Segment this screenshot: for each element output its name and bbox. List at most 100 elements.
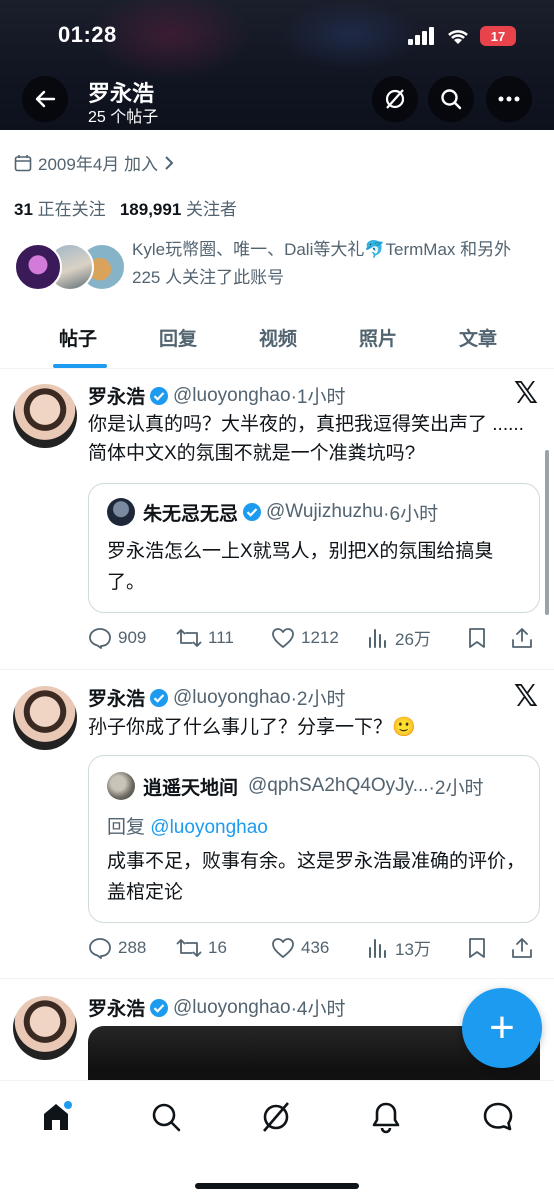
post-text: 你是认真的吗？大半夜的，真把我逗得笑出声了 ...... 简体中文X的氛围不就是…: [88, 414, 524, 464]
x-logo-icon[interactable]: 𝕏: [514, 679, 538, 714]
verified-badge-icon: [243, 503, 262, 521]
author-name[interactable]: 罗永浩: [88, 382, 145, 409]
verified-badge-icon: [150, 688, 169, 707]
post[interactable]: 罗永浩 @luoyonghao ·1小时 𝕏 你是认真的吗？大半夜的，真把我逗得…: [0, 370, 554, 670]
view-count: 13万: [395, 940, 431, 959]
author-name: 朱无忌无忌: [143, 503, 239, 525]
more-button[interactable]: [486, 76, 532, 122]
repost-icon: [176, 628, 202, 647]
chat-bubble-icon: [483, 1102, 513, 1131]
following-count[interactable]: 31: [14, 200, 33, 219]
profile-header: 01:28 17 罗永浩 25 个帖子: [0, 0, 554, 130]
grok-button[interactable]: [372, 76, 418, 122]
signal-icon: [408, 27, 434, 45]
avatar: [107, 498, 135, 526]
post-text: 孙子你成了什么事儿了？分享一下？🙂: [88, 717, 416, 738]
home-indicator: [195, 1183, 359, 1189]
author-handle: @Wujizhuzhu: [266, 501, 384, 522]
header-post-count: 25 个帖子: [88, 109, 159, 126]
compose-button[interactable]: +: [462, 988, 542, 1068]
followers-count[interactable]: 189,991: [120, 200, 181, 219]
scroll-indicator: [545, 450, 549, 615]
post[interactable]: 罗永浩 @luoyonghao ·2小时 𝕏 孙子你成了什么事儿了？分享一下？🙂…: [0, 671, 554, 979]
repost-icon: [176, 938, 202, 957]
like-button[interactable]: 1212: [271, 627, 367, 649]
nav-notifications[interactable]: [366, 1097, 406, 1137]
tab-photos[interactable]: 照片: [328, 315, 428, 368]
nav-search[interactable]: [146, 1097, 186, 1137]
author-handle[interactable]: @luoyonghao: [173, 385, 291, 407]
battery-indicator: 17: [480, 26, 516, 46]
joined-text: 2009年4月 加入: [38, 155, 158, 174]
views-button[interactable]: 26万: [367, 625, 467, 650]
tab-posts[interactable]: 帖子: [28, 315, 128, 368]
avatar: [107, 772, 135, 800]
post-time: ·2小时: [428, 777, 484, 799]
reply-button[interactable]: 909: [88, 627, 176, 649]
post-header: 罗永浩 @luoyonghao ·2小时: [88, 684, 345, 711]
followers-you-know-avatars[interactable]: [14, 243, 126, 293]
back-button[interactable]: [22, 76, 68, 122]
quoted-post[interactable]: 逍遥天地间 @qphSA2hQ4OyJy... ·2小时 回复 @luoyong…: [88, 755, 540, 923]
following-label[interactable]: 正在关注: [38, 200, 106, 219]
author-name[interactable]: 罗永浩: [88, 684, 145, 711]
search-icon: [441, 89, 462, 110]
reply-button[interactable]: 288: [88, 937, 176, 959]
quoted-post[interactable]: 朱无忌无忌 @Wujizhuzhu ·6小时 罗永浩怎么一上X就骂人，别把X的氛…: [88, 483, 540, 613]
grok-icon: [385, 89, 405, 109]
avatar[interactable]: [13, 996, 77, 1060]
bookmark-button[interactable]: [467, 937, 511, 959]
nav-messages[interactable]: [478, 1097, 518, 1137]
heart-icon: [272, 627, 294, 648]
reply-count: 909: [118, 627, 147, 647]
joined-date[interactable]: 2009年4月 加入: [14, 150, 174, 175]
bookmark-button[interactable]: [467, 627, 511, 649]
x-logo-icon[interactable]: 𝕏: [514, 376, 538, 411]
share-icon: [512, 627, 532, 648]
share-button[interactable]: [511, 627, 533, 649]
status-time: 01:28: [58, 22, 117, 47]
post-time: ·6小时: [383, 503, 439, 525]
quoted-post-text: 成事不足，败事有余。这是罗永浩最准确的评价，盖棺定论: [107, 851, 526, 903]
quoted-post-header: 逍遥天地间 @qphSA2hQ4OyJy... ·2小时: [107, 772, 483, 800]
nav-home[interactable]: [36, 1097, 76, 1137]
reply-to-handle[interactable]: @luoyonghao: [150, 817, 268, 838]
repost-count: 16: [208, 937, 227, 957]
nav-grok[interactable]: [256, 1097, 296, 1137]
post-header: 罗永浩 @luoyonghao ·4小时: [88, 994, 345, 1021]
search-button[interactable]: [428, 76, 474, 122]
followers-you-know-text[interactable]: Kyle玩幣圈、唯一、Dali等大礼🐬TermMax 和另外 225 人关注了此…: [132, 236, 542, 292]
quoted-post-header: 朱无忌无忌 @Wujizhuzhu ·6小时: [107, 498, 438, 526]
reply-icon: [89, 937, 111, 959]
heart-icon: [272, 937, 294, 958]
like-count: 436: [301, 937, 330, 957]
repost-count: 111: [208, 627, 234, 647]
avatar[interactable]: [13, 384, 77, 448]
reply-prefix: 回复: [107, 817, 146, 838]
tab-videos[interactable]: 视频: [228, 315, 328, 368]
like-count: 1212: [301, 627, 339, 647]
repost-button[interactable]: 111: [176, 627, 271, 649]
followers-label[interactable]: 关注者: [186, 200, 237, 219]
reply-count: 288: [118, 937, 147, 957]
tab-articles[interactable]: 文章: [428, 315, 528, 368]
author-handle[interactable]: @luoyonghao: [173, 997, 291, 1019]
bottom-nav: [0, 1080, 554, 1199]
like-button[interactable]: 436: [271, 937, 367, 959]
tab-replies[interactable]: 回复: [128, 315, 228, 368]
verified-badge-icon: [150, 386, 169, 405]
repost-button[interactable]: 16: [176, 937, 271, 959]
calendar-icon: [14, 154, 32, 171]
share-button[interactable]: [511, 937, 533, 959]
author-name[interactable]: 罗永浩: [88, 994, 145, 1021]
avatar[interactable]: [13, 686, 77, 750]
post-actions: 288 16 436 13万: [88, 935, 542, 960]
author-handle[interactable]: @luoyonghao: [173, 687, 291, 709]
status-icons: 17: [408, 26, 516, 46]
avatar: [14, 243, 62, 291]
views-button[interactable]: 13万: [367, 935, 467, 960]
back-arrow-icon: [35, 90, 56, 108]
author-handle: @qphSA2hQ4OyJy...: [248, 775, 429, 796]
views-chart-icon: [369, 628, 386, 648]
bell-icon: [372, 1102, 400, 1134]
